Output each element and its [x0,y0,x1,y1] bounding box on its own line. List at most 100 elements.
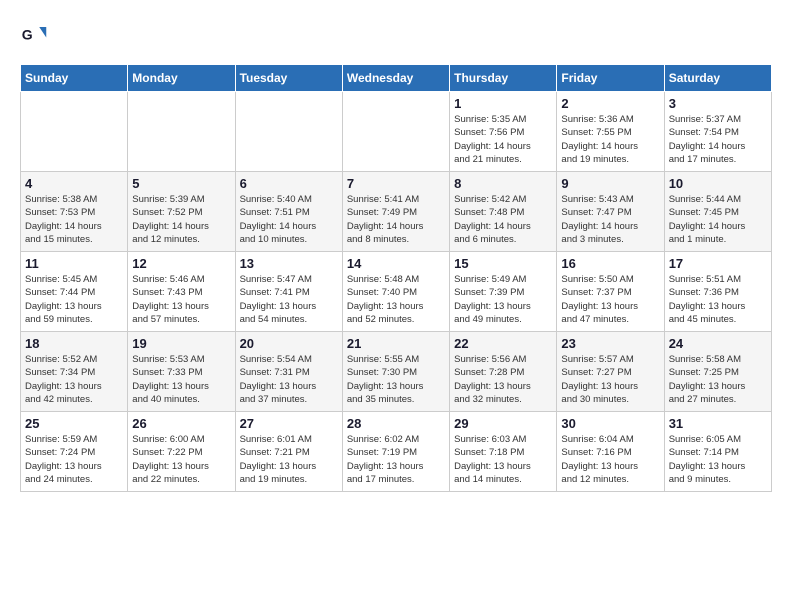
day-info: Sunrise: 5:52 AM Sunset: 7:34 PM Dayligh… [25,353,123,406]
day-number: 25 [25,416,123,431]
calendar-cell: 11Sunrise: 5:45 AM Sunset: 7:44 PM Dayli… [21,252,128,332]
calendar-cell [21,92,128,172]
calendar-cell: 1 Sunrise: 5:35 AM Sunset: 7:56 PM Daylig… [450,92,557,172]
day-number: 21 [347,336,445,351]
day-info: Sunrise: 5:40 AM Sunset: 7:51 PM Dayligh… [240,193,338,246]
day-info: Sunrise: 5:51 AM Sunset: 7:36 PM Dayligh… [669,273,767,326]
calendar-cell: 16 Sunrise: 5:50 AM Sunset: 7:37 PM Dayli… [557,252,664,332]
day-info: Sunrise: 6:03 AM Sunset: 7:18 PM Dayligh… [454,433,552,486]
calendar-cell: 20 Sunrise: 5:54 AM Sunset: 7:31 PM Dayli… [235,332,342,412]
calendar-cell: 23 Sunrise: 5:57 AM Sunset: 7:27 PM Dayli… [557,332,664,412]
calendar-cell [128,92,235,172]
calendar-cell: 3Sunrise: 5:37 AM Sunset: 7:54 PM Daylig… [664,92,771,172]
day-info: Sunrise: 5:38 AM Sunset: 7:53 PM Dayligh… [25,193,123,246]
calendar-cell: 14 Sunrise: 5:48 AM Sunset: 7:40 PM Dayli… [342,252,449,332]
day-number: 13 [240,256,338,271]
day-number: 29 [454,416,552,431]
day-info: Sunrise: 5:59 AM Sunset: 7:24 PM Dayligh… [25,433,123,486]
day-number: 2 [561,96,659,111]
day-number: 31 [669,416,767,431]
calendar-cell: 28 Sunrise: 6:02 AM Sunset: 7:19 PM Dayli… [342,412,449,492]
day-info: Sunrise: 5:54 AM Sunset: 7:31 PM Dayligh… [240,353,338,406]
day-number: 19 [132,336,230,351]
day-number: 23 [561,336,659,351]
calendar-cell: 10 Sunrise: 5:44 AM Sunset: 7:45 PM Dayli… [664,172,771,252]
calendar-cell: 29 Sunrise: 6:03 AM Sunset: 7:18 PM Dayli… [450,412,557,492]
logo-icon: G [20,20,48,48]
day-number: 5 [132,176,230,191]
day-number: 9 [561,176,659,191]
day-info: Sunrise: 5:43 AM Sunset: 7:47 PM Dayligh… [561,193,659,246]
calendar-cell: 9 Sunrise: 5:43 AM Sunset: 7:47 PM Daylig… [557,172,664,252]
day-number: 3 [669,96,767,111]
day-info: Sunrise: 5:56 AM Sunset: 7:28 PM Dayligh… [454,353,552,406]
calendar-cell: 22 Sunrise: 5:56 AM Sunset: 7:28 PM Dayli… [450,332,557,412]
day-info: Sunrise: 5:36 AM Sunset: 7:55 PM Dayligh… [561,113,659,166]
calendar-cell: 7 Sunrise: 5:41 AM Sunset: 7:49 PM Daylig… [342,172,449,252]
calendar-cell: 21 Sunrise: 5:55 AM Sunset: 7:30 PM Dayli… [342,332,449,412]
day-number: 12 [132,256,230,271]
calendar-week-row: 1 Sunrise: 5:35 AM Sunset: 7:56 PM Daylig… [21,92,772,172]
calendar-header-row: SundayMondayTuesdayWednesdayThursdayFrid… [21,65,772,92]
calendar-cell: 17 Sunrise: 5:51 AM Sunset: 7:36 PM Dayli… [664,252,771,332]
calendar-cell: 24Sunrise: 5:58 AM Sunset: 7:25 PM Dayli… [664,332,771,412]
weekday-header: Saturday [664,65,771,92]
day-number: 8 [454,176,552,191]
calendar-cell: 19 Sunrise: 5:53 AM Sunset: 7:33 PM Dayli… [128,332,235,412]
day-number: 24 [669,336,767,351]
page-header: G [20,20,772,48]
day-info: Sunrise: 5:55 AM Sunset: 7:30 PM Dayligh… [347,353,445,406]
calendar-cell [342,92,449,172]
day-number: 20 [240,336,338,351]
day-number: 17 [669,256,767,271]
day-number: 18 [25,336,123,351]
day-info: Sunrise: 5:53 AM Sunset: 7:33 PM Dayligh… [132,353,230,406]
calendar-cell: 5Sunrise: 5:39 AM Sunset: 7:52 PM Daylig… [128,172,235,252]
day-info: Sunrise: 5:57 AM Sunset: 7:27 PM Dayligh… [561,353,659,406]
calendar-cell: 18 Sunrise: 5:52 AM Sunset: 7:34 PM Dayli… [21,332,128,412]
day-info: Sunrise: 5:50 AM Sunset: 7:37 PM Dayligh… [561,273,659,326]
weekday-header: Thursday [450,65,557,92]
weekday-header: Sunday [21,65,128,92]
day-number: 1 [454,96,552,111]
day-info: Sunrise: 5:46 AM Sunset: 7:43 PM Dayligh… [132,273,230,326]
calendar-week-row: 18 Sunrise: 5:52 AM Sunset: 7:34 PM Dayli… [21,332,772,412]
weekday-header: Friday [557,65,664,92]
calendar-cell: 31Sunrise: 6:05 AM Sunset: 7:14 PM Dayli… [664,412,771,492]
day-number: 26 [132,416,230,431]
day-info: Sunrise: 5:35 AM Sunset: 7:56 PM Dayligh… [454,113,552,166]
day-number: 6 [240,176,338,191]
day-number: 11 [25,256,123,271]
calendar-cell: 8 Sunrise: 5:42 AM Sunset: 7:48 PM Daylig… [450,172,557,252]
day-number: 14 [347,256,445,271]
calendar-week-row: 4 Sunrise: 5:38 AM Sunset: 7:53 PM Daylig… [21,172,772,252]
calendar-table: SundayMondayTuesdayWednesdayThursdayFrid… [20,64,772,492]
day-info: Sunrise: 5:49 AM Sunset: 7:39 PM Dayligh… [454,273,552,326]
weekday-header: Wednesday [342,65,449,92]
day-number: 27 [240,416,338,431]
day-number: 22 [454,336,552,351]
day-number: 28 [347,416,445,431]
weekday-header: Monday [128,65,235,92]
day-info: Sunrise: 6:01 AM Sunset: 7:21 PM Dayligh… [240,433,338,486]
calendar-week-row: 11Sunrise: 5:45 AM Sunset: 7:44 PM Dayli… [21,252,772,332]
calendar-cell: 25 Sunrise: 5:59 AM Sunset: 7:24 PM Dayli… [21,412,128,492]
calendar-cell: 27 Sunrise: 6:01 AM Sunset: 7:21 PM Dayli… [235,412,342,492]
day-info: Sunrise: 5:44 AM Sunset: 7:45 PM Dayligh… [669,193,767,246]
calendar-cell: 30Sunrise: 6:04 AM Sunset: 7:16 PM Dayli… [557,412,664,492]
day-number: 4 [25,176,123,191]
day-number: 15 [454,256,552,271]
day-number: 7 [347,176,445,191]
day-info: Sunrise: 5:47 AM Sunset: 7:41 PM Dayligh… [240,273,338,326]
calendar-cell: 12 Sunrise: 5:46 AM Sunset: 7:43 PM Dayli… [128,252,235,332]
day-number: 10 [669,176,767,191]
day-info: Sunrise: 5:41 AM Sunset: 7:49 PM Dayligh… [347,193,445,246]
day-info: Sunrise: 6:02 AM Sunset: 7:19 PM Dayligh… [347,433,445,486]
calendar-cell: 15 Sunrise: 5:49 AM Sunset: 7:39 PM Dayli… [450,252,557,332]
day-info: Sunrise: 5:48 AM Sunset: 7:40 PM Dayligh… [347,273,445,326]
calendar-week-row: 25 Sunrise: 5:59 AM Sunset: 7:24 PM Dayli… [21,412,772,492]
day-number: 16 [561,256,659,271]
day-info: Sunrise: 6:04 AM Sunset: 7:16 PM Dayligh… [561,433,659,486]
day-info: Sunrise: 5:42 AM Sunset: 7:48 PM Dayligh… [454,193,552,246]
calendar-cell [235,92,342,172]
